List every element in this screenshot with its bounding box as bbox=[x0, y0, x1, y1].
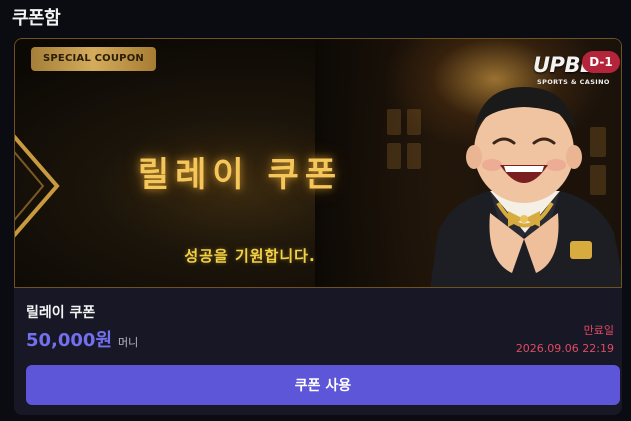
special-coupon-tag: SPECIAL COUPON bbox=[31, 47, 156, 71]
background-window bbox=[387, 109, 401, 135]
coupon-info: 릴레이 쿠폰 50,000원 머니 만료일 2026.09.06 22:19 쿠… bbox=[14, 288, 622, 415]
banner-title: 릴레이 쿠폰 bbox=[137, 155, 343, 195]
coupon-banner: SPECIAL COUPON 릴레이 쿠폰 성공을 기원합니다. UPBET S… bbox=[14, 38, 622, 288]
coupon-card: SPECIAL COUPON 릴레이 쿠폰 성공을 기원합니다. UPBET S… bbox=[14, 38, 622, 415]
use-coupon-button[interactable]: 쿠폰 사용 bbox=[26, 365, 620, 405]
banner-subtitle: 성공을 기원합니다. bbox=[184, 247, 316, 265]
mascot-illustration bbox=[430, 87, 621, 287]
background-window bbox=[407, 109, 421, 135]
logo-subtext: SPORTS & CASINO bbox=[537, 78, 610, 86]
dday-badge: D-1 bbox=[582, 51, 620, 73]
expire-label: 만료일 bbox=[583, 324, 614, 337]
coupon-amount: 50,000원 bbox=[26, 330, 113, 351]
expire-date: 2026.09.06 22:19 bbox=[515, 342, 614, 355]
coupon-unit: 머니 bbox=[118, 336, 139, 349]
coupon-amount-row: 50,000원 머니 bbox=[26, 326, 138, 352]
coupon-name: 릴레이 쿠폰 bbox=[26, 305, 96, 321]
page-title: 쿠폰함 bbox=[12, 8, 61, 29]
